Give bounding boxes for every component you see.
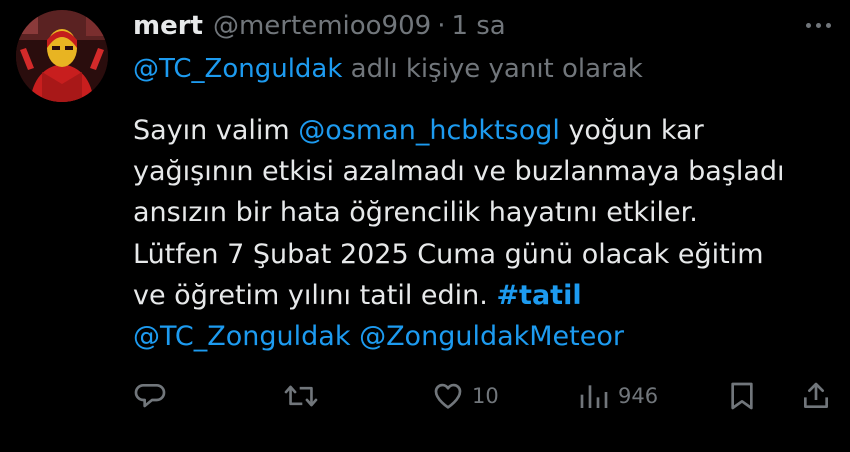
like-count: 10 [472, 384, 499, 408]
tweet-line-5: ve öğretim yılını tatil edin. #tatil [133, 275, 843, 316]
tweet-line-6: @TC_Zonguldak @ZonguldakMeteor [133, 316, 843, 357]
text-segment: yoğun kar [559, 115, 704, 146]
share-button[interactable] [800, 372, 832, 420]
separator-dot: · [437, 11, 446, 41]
text-segment [350, 321, 359, 352]
tweet-line-3: ansızın bir hata öğrencilik hayatını etk… [133, 197, 698, 229]
like-button[interactable]: 10 [432, 372, 499, 420]
bookmark-button[interactable] [727, 372, 757, 420]
reply-context: @TC_Zonguldak adlı kişiye yanıt olarak [133, 54, 643, 84]
tweet-text: Sayın valim @osman_hcbktsogl yoğun kar y… [133, 110, 843, 357]
action-bar: 10 946 [0, 372, 850, 420]
display-name[interactable]: mert [133, 11, 203, 41]
views-icon [580, 385, 608, 408]
reply-button[interactable] [134, 372, 166, 420]
hashtag-link[interactable]: #tatil [496, 280, 581, 311]
mention-link[interactable]: @TC_Zonguldak [133, 321, 350, 352]
retweet-button[interactable] [284, 372, 318, 420]
user-handle[interactable]: @mertemioo909 [213, 11, 431, 41]
tweet-header: mert @mertemioo909 · 1 sa [133, 6, 506, 46]
avatar[interactable] [16, 10, 108, 102]
retweet-icon [284, 385, 318, 407]
more-icon [805, 22, 831, 28]
timestamp[interactable]: 1 sa [451, 11, 505, 41]
reply-icon [134, 384, 166, 408]
mention-link[interactable]: @osman_hcbktsogl [298, 115, 560, 146]
text-segment: Sayın valim [133, 115, 299, 146]
avatar-image [16, 10, 108, 102]
text-segment: ve öğretim yılını tatil edin. [133, 279, 497, 311]
views-count: 946 [618, 384, 659, 408]
mention-link[interactable]: @ZonguldakMeteor [359, 321, 624, 352]
reply-to-mention[interactable]: @TC_Zonguldak [133, 54, 342, 84]
heart-icon [434, 383, 462, 409]
views-button[interactable]: 946 [578, 372, 658, 420]
tweet-line-1: Sayın valim @osman_hcbktsogl yoğun kar [133, 110, 843, 151]
share-icon [804, 382, 828, 408]
tweet-line-2: yağışının etkisi azalmadı ve buzlanmaya … [133, 156, 785, 188]
more-options-button[interactable] [798, 10, 838, 40]
reply-to-label: adlı kişiye yanıt olarak [342, 54, 643, 84]
tweet-line-4: Lütfen 7 Şubat 2025 Cuma günü olacak eği… [133, 238, 764, 270]
bookmark-icon [731, 382, 753, 410]
